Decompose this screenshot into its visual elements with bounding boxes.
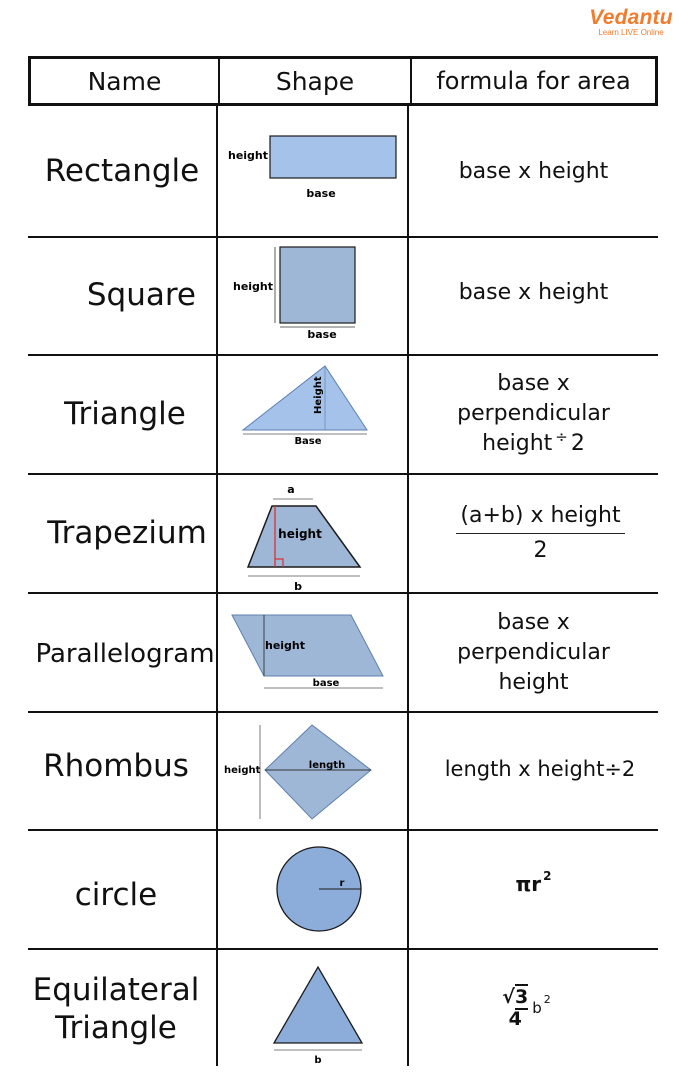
- formula-rectangle: base x height: [458, 159, 609, 185]
- circle-r-label: r: [340, 878, 345, 889]
- formula-equilateral-fraction: √3 4: [502, 984, 529, 1030]
- formula-parallelogram-line2: perpendicular: [457, 639, 610, 665]
- square-height-label: height: [233, 280, 273, 293]
- formula-parallelogram-line1: base x: [497, 609, 570, 635]
- row-name-triangle: Triangle: [64, 395, 186, 432]
- formula-circle: πr2: [409, 831, 658, 948]
- row-name-equilateral-triangle: Equilateral Triangle: [28, 950, 204, 1066]
- triangle-figure: [241, 365, 368, 431]
- row-name-trapezium: Trapezium: [47, 514, 207, 551]
- row-name-parallelogram: Parallelogram: [35, 638, 215, 669]
- equilateral-triangle-b-label: b: [314, 1055, 321, 1066]
- equilateral-triangle-figure: [272, 965, 364, 1044]
- rhombus-shape: height length: [218, 713, 407, 829]
- circle-shape: r: [218, 831, 407, 948]
- equilateral-triangle-shape: b: [218, 950, 407, 1066]
- row-name-rhombus: Rhombus: [43, 748, 189, 785]
- rhombus-length-label: length: [309, 760, 345, 771]
- triangle-height-label: Height: [313, 376, 324, 414]
- row-name-equilateral-line2: Triangle: [55, 1010, 177, 1046]
- row-name-equilateral-line1: Equilateral: [32, 972, 200, 1009]
- formula-circle-pi: π: [515, 872, 532, 896]
- brand-tagline: Learn LIVE Online: [598, 28, 664, 37]
- row-name-rectangle: Rectangle: [44, 153, 200, 190]
- formula-equilateral-three: 3: [514, 984, 529, 1010]
- row-name-circle: circle: [74, 876, 158, 913]
- table-header: Name Shape formula for area: [28, 56, 658, 106]
- rhombus-figure: [264, 724, 372, 820]
- rectangle-shape: height base: [218, 108, 407, 236]
- triangle-base-label: Base: [294, 436, 321, 447]
- trapezium-a-label: a: [287, 483, 294, 496]
- square-shape: height base: [218, 238, 407, 354]
- triangle-shape: Height Base: [218, 356, 407, 473]
- formula-rhombus: length x height÷2: [444, 756, 636, 781]
- formula-equilateral-four: 4: [508, 1008, 522, 1030]
- trapezium-b-label: b: [294, 580, 302, 593]
- square-figure: [279, 246, 356, 324]
- formula-trapezium: (a+b) x height 2: [409, 475, 658, 592]
- rectangle-height-label: height: [228, 149, 268, 162]
- header-name: Name: [31, 59, 220, 103]
- parallelogram-height-label: height: [265, 639, 305, 652]
- formula-triangle-line2: perpendicular: [457, 401, 610, 426]
- formula-equilateral-b: b: [532, 998, 542, 1017]
- parallelogram-figure: [231, 614, 384, 677]
- parallelogram-base-label: base: [313, 678, 340, 689]
- rhombus-height-label: height: [224, 765, 261, 776]
- formula-parallelogram: base x perpendicular height: [409, 594, 658, 711]
- formula-triangle: base x perpendicular height ÷ 2: [409, 356, 658, 473]
- formula-trapezium-denominator: 2: [533, 538, 548, 563]
- parallelogram-shape: height base: [218, 594, 407, 711]
- formula-circle-r: r: [531, 872, 542, 896]
- formula-circle-exp: 2: [543, 869, 552, 884]
- square-base-label: base: [307, 328, 336, 341]
- header-formula: formula for area: [436, 67, 631, 95]
- formula-equilateral-root: √: [502, 986, 515, 1008]
- row-name-square: Square: [86, 277, 196, 314]
- formula-triangle-line3: height ÷ 2: [482, 428, 585, 456]
- brand-logo: Vedantu Learn LIVE Online: [586, 6, 676, 37]
- brand-name: Vedantu: [589, 6, 673, 29]
- formula-triangle-line1: base x: [497, 371, 570, 396]
- rectangle-figure: [269, 135, 397, 179]
- formula-trapezium-numerator: (a+b) x height: [456, 501, 625, 534]
- rectangle-base-label: base: [306, 187, 335, 200]
- formula-equilateral-triangle: √3 4 b2: [409, 950, 658, 1066]
- formula-equilateral-exp: 2: [543, 992, 551, 1006]
- formula-square: base x height: [458, 280, 609, 306]
- trapezium-shape: a height b: [218, 475, 407, 593]
- trapezium-height-label: height: [278, 527, 322, 541]
- header-shape: Shape: [220, 59, 412, 103]
- formula-parallelogram-line3: height: [498, 669, 569, 695]
